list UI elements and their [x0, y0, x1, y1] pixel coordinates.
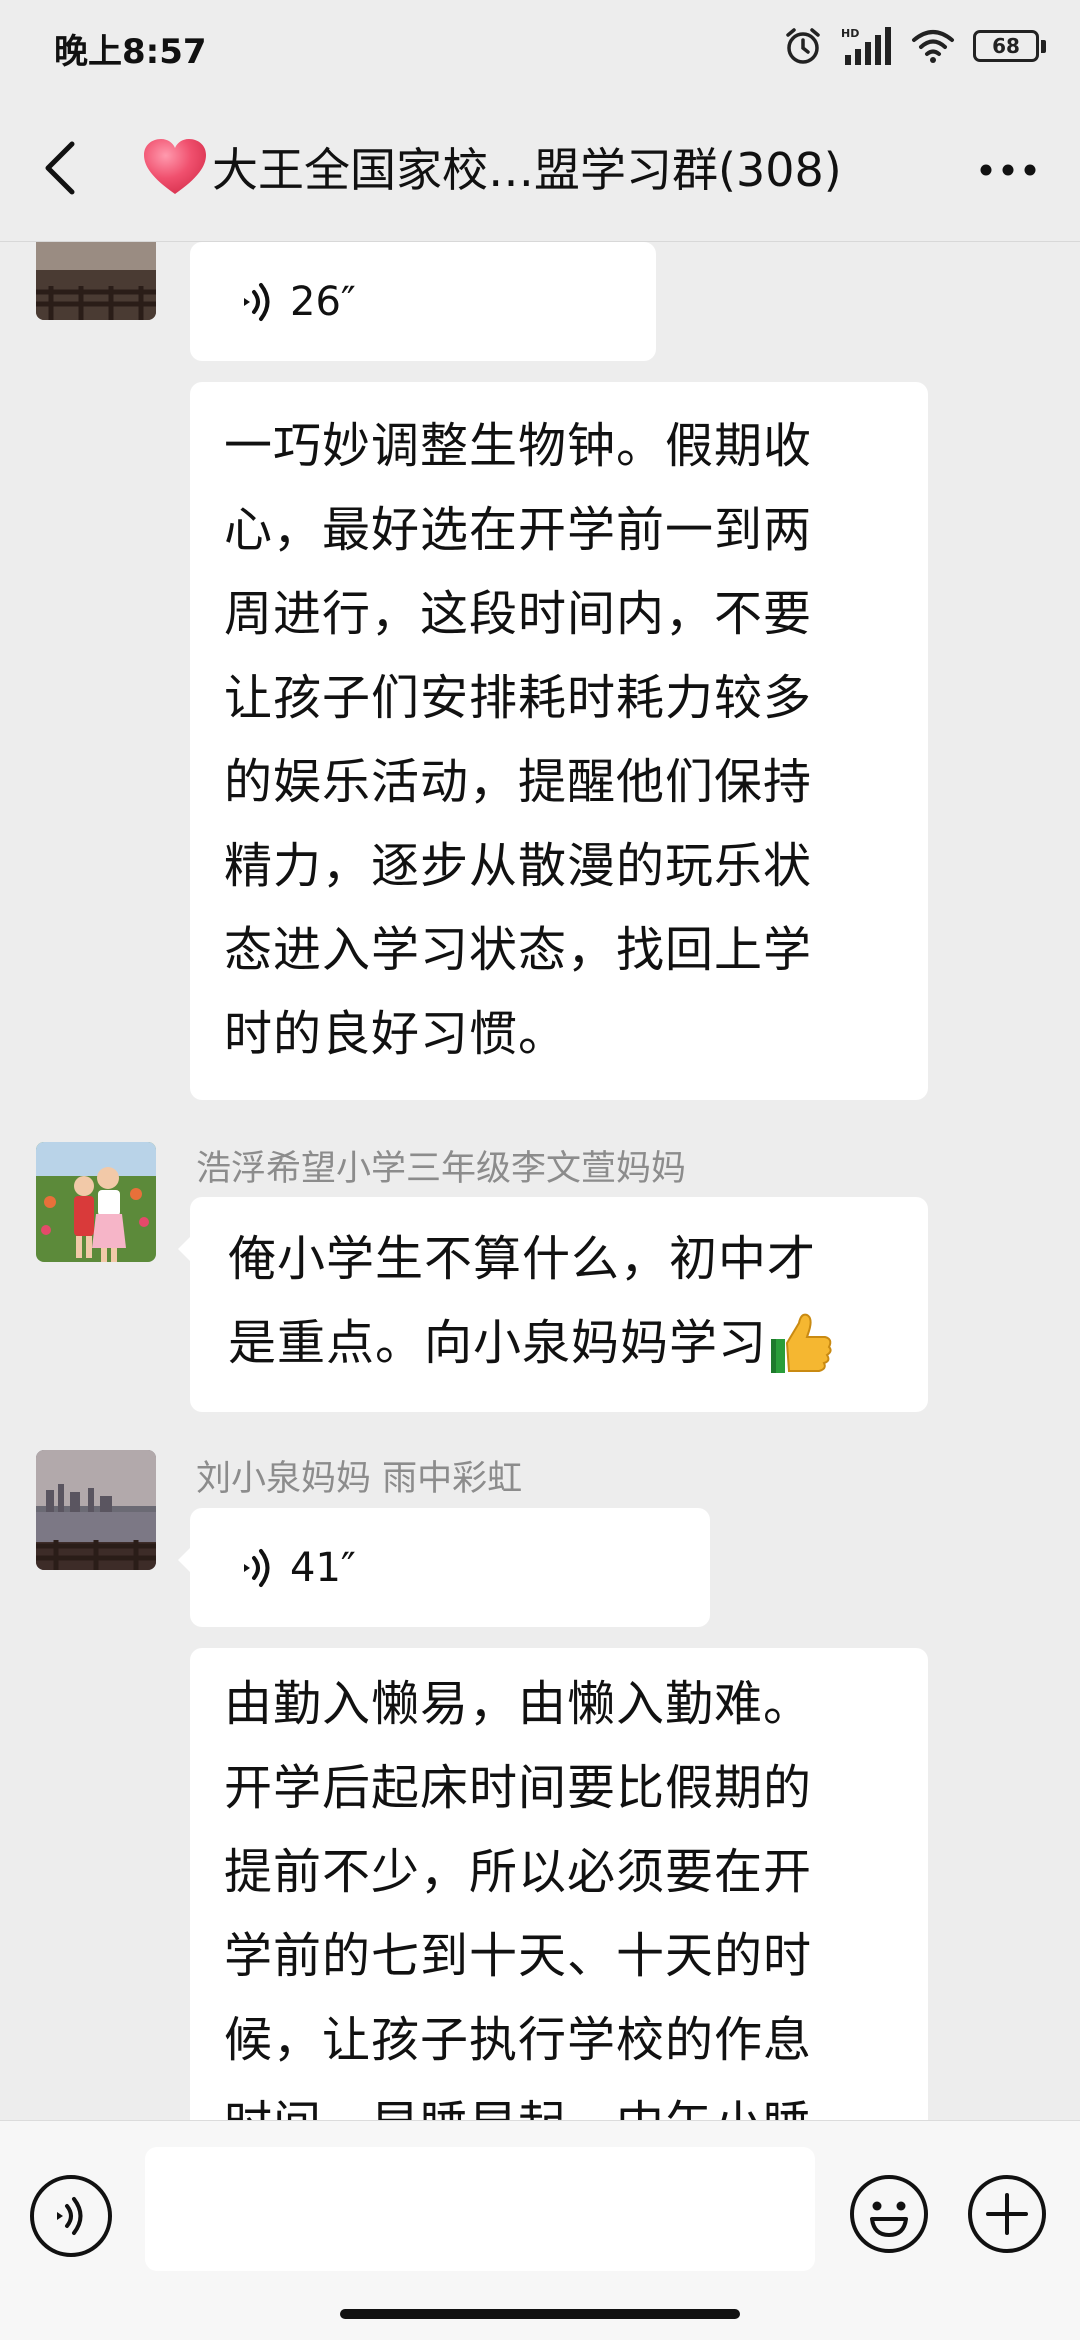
text-message[interactable]: 俺小学生不算什么，初中才 是重点。向小泉妈妈学习: [178, 1197, 928, 1412]
hd-signal-icon: HD: [841, 27, 891, 65]
message-line: 的娱乐活动，提醒他们保持: [224, 754, 813, 810]
battery-icon: 68: [973, 30, 1046, 62]
voice-duration: 41″: [290, 1544, 356, 1591]
alarm-icon: [786, 28, 820, 64]
message-line: 候，让孩子执行学校的作息: [224, 2012, 813, 2068]
message-line: 周进行，这段时间内，不要: [224, 586, 813, 642]
group-title[interactable]: 大王全国家校…盟学习群(308): [142, 134, 942, 200]
chat-area[interactable]: 26″ 一巧妙调整生物钟。假期收 心，最好选在开学前一到两 周进行，这段时间内，…: [0, 242, 1080, 2120]
more-icon[interactable]: [978, 150, 1038, 190]
voice-wave-icon: [244, 1548, 270, 1587]
message-line: 时的良好习惯。: [224, 1006, 568, 1062]
input-bar: [0, 2120, 1080, 2340]
status-icons: HD 68: [783, 22, 1046, 70]
message-line: 让孩子们安排耗时耗力较多: [224, 670, 813, 726]
status-time: 晚上8:57: [54, 32, 207, 72]
message-line: 心，最好选在开学前一到两: [224, 502, 813, 558]
chat-header: 大王全国家校…盟学习群(308): [0, 92, 1080, 242]
home-indicator[interactable]: [340, 2309, 740, 2319]
message-line: 一巧妙调整生物钟。假期收: [224, 418, 813, 474]
svg-text:HD: HD: [841, 27, 859, 40]
message-line: 开学后起床时间要比假期的: [224, 1760, 813, 1816]
message-line: 俺小学生不算什么，初中才: [228, 1231, 817, 1287]
message-line: 学前的七到十天、十天的时: [224, 1928, 813, 1984]
message-line: 精力，逐步从散漫的玩乐状: [224, 838, 813, 894]
message-line: 提前不少，所以必须要在开: [224, 1844, 813, 1900]
message-line: 是重点。向小泉妈妈学习: [228, 1315, 768, 1371]
sender-name: 刘小泉妈妈 雨中彩虹: [196, 1459, 523, 1499]
heart-icon: [144, 139, 206, 194]
avatar[interactable]: [36, 1450, 156, 1570]
message-line: 态进入学习状态，找回上学: [224, 922, 813, 978]
status-bar: 晚上8:57 HD 68: [0, 0, 1080, 92]
voice-duration: 26″: [290, 278, 356, 325]
voice-message[interactable]: 26″: [190, 242, 656, 361]
text-message[interactable]: 一巧妙调整生物钟。假期收 心，最好选在开学前一到两 周进行，这段时间内，不要 让…: [190, 382, 928, 1100]
voice-input-icon: [57, 2197, 83, 2235]
avatar[interactable]: [36, 1142, 156, 1262]
text-message[interactable]: 由勤入懒易，由懒入勤难。 开学后起床时间要比假期的 提前不少，所以必须要在开 学…: [190, 1648, 928, 2120]
message-line: 时间，早睡早起，中午小睡: [224, 2082, 898, 2120]
avatar[interactable]: [36, 242, 156, 320]
voice-message[interactable]: 41″: [178, 1508, 710, 1627]
thumbs-up-icon: [771, 1313, 832, 1373]
message-line: 由勤入懒易，由懒入勤难。: [224, 1676, 813, 1732]
emoji-icon[interactable]: [848, 2173, 930, 2255]
wifi-icon: [912, 30, 954, 63]
voice-input-button[interactable]: [30, 2175, 112, 2257]
plus-icon[interactable]: [966, 2173, 1048, 2255]
battery-level: 68: [973, 30, 1039, 62]
group-title-text: 大王全国家校…盟学习群(308): [212, 143, 842, 197]
back-icon[interactable]: [40, 140, 82, 196]
message-input[interactable]: [145, 2147, 815, 2271]
voice-wave-icon: [244, 282, 270, 321]
sender-name: 浩浮希望小学三年级李文萱妈妈: [196, 1149, 687, 1189]
